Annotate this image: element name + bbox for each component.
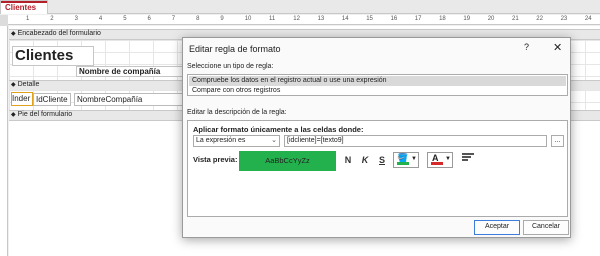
- edit-description-label: Editar la descripción de la regla:: [187, 109, 287, 116]
- ruler-tick: 24: [584, 16, 592, 22]
- vertical-ruler: [0, 26, 8, 256]
- help-button[interactable]: ?: [524, 42, 529, 52]
- fill-color-swatch: [397, 162, 409, 165]
- cancel-button[interactable]: Cancelar: [523, 220, 569, 235]
- bold-button[interactable]: N: [341, 153, 355, 167]
- ruler-tick: 12: [293, 16, 300, 22]
- ruler-tick: 19: [463, 16, 471, 22]
- ruler-tick: 16: [390, 16, 398, 22]
- ruler-tick: 3: [74, 16, 78, 22]
- ruler-tick: 17: [414, 16, 422, 22]
- chevron-down-icon: ⌄: [271, 137, 277, 144]
- fill-color-button[interactable]: 🪣 ▼: [393, 152, 419, 168]
- font-color-button[interactable]: A ▼: [427, 152, 453, 168]
- ruler-tick: 21: [512, 16, 519, 22]
- close-button[interactable]: ✕: [553, 41, 562, 54]
- ruler-tick: 23: [560, 16, 568, 22]
- section-detail-label: Detalle: [17, 81, 40, 88]
- tab-clientes[interactable]: Clientes: [0, 0, 48, 14]
- section-arrow-icon: ◆: [11, 31, 16, 37]
- preview-label: Vista previa:: [193, 155, 238, 164]
- section-footer-label: Pie del formulario: [17, 111, 73, 118]
- italic-button[interactable]: K: [358, 153, 372, 167]
- accept-button[interactable]: Aceptar: [474, 220, 520, 235]
- rule-type-list[interactable]: Compruebe los datos en el registro actua…: [187, 74, 568, 96]
- idcliente-textbox[interactable]: IdCliente: [33, 93, 71, 106]
- horizontal-ruler: 1 2 3 4 5 6 7 8 9 10 11 12 13 14 15 16 17 18 19 20 21 22 23 24: [8, 15, 600, 25]
- document-tab-bar: Clientes: [0, 0, 600, 14]
- condition-select-value: La expresión es: [196, 137, 246, 144]
- ruler-tick: 8: [196, 16, 200, 22]
- ruler-tick: 22: [536, 16, 543, 22]
- section-arrow-icon: ◆: [11, 112, 16, 118]
- ruler-tick: 1: [26, 16, 30, 22]
- font-color-swatch: [431, 162, 443, 165]
- data-bar-icon[interactable]: [462, 153, 474, 163]
- rule-type-item[interactable]: Compruebe los datos en el registro actua…: [189, 76, 566, 86]
- ruler-tick: 6: [147, 16, 151, 22]
- ruler-tick: 4: [98, 16, 103, 22]
- nombre-header-label[interactable]: Nombre de compañía: [76, 66, 186, 77]
- ruler-tick: 10: [244, 16, 252, 22]
- ruler-tick: 2: [50, 16, 54, 22]
- nombre-textbox[interactable]: NombreCompañía: [74, 93, 186, 106]
- ruler-tick: 15: [366, 16, 373, 22]
- apply-format-label: Aplicar formato únicamente a las celdas …: [193, 125, 364, 134]
- expression-builder-button[interactable]: ...: [551, 135, 564, 147]
- format-preview: AaBbCcYyZz: [239, 151, 336, 171]
- rule-type-label: Seleccione un tipo de regla:: [187, 63, 274, 70]
- ruler-tick: 18: [439, 16, 446, 22]
- ruler-tick: 13: [317, 16, 325, 22]
- condition-select[interactable]: La expresión es ⌄: [193, 135, 280, 147]
- ruler-tick: 7: [171, 16, 176, 22]
- ruler-corner: [0, 15, 8, 26]
- expression-input[interactable]: [idcliente]=[texto9]: [284, 135, 547, 147]
- edit-format-rule-dialog: Editar regla de formato ? ✕ Seleccione u…: [182, 37, 571, 238]
- ruler-tick: 9: [220, 16, 224, 22]
- form-title-label[interactable]: Clientes: [12, 46, 94, 66]
- dropdown-arrow-icon: ▼: [445, 156, 451, 162]
- underline-button[interactable]: S: [375, 153, 389, 167]
- section-header-label: Encabezado del formulario: [17, 30, 101, 37]
- inde-label[interactable]: Inder: [11, 92, 33, 106]
- section-arrow-icon: ◆: [11, 82, 16, 88]
- ruler-tick: 20: [487, 16, 495, 22]
- dropdown-arrow-icon: ▼: [411, 156, 417, 162]
- ruler-tick: 5: [123, 16, 127, 22]
- ruler-tick: 11: [269, 16, 276, 22]
- rule-type-item[interactable]: Compare con otros registros: [189, 86, 566, 96]
- dialog-title: Editar regla de formato: [189, 44, 281, 54]
- ruler-tick: 14: [341, 16, 349, 22]
